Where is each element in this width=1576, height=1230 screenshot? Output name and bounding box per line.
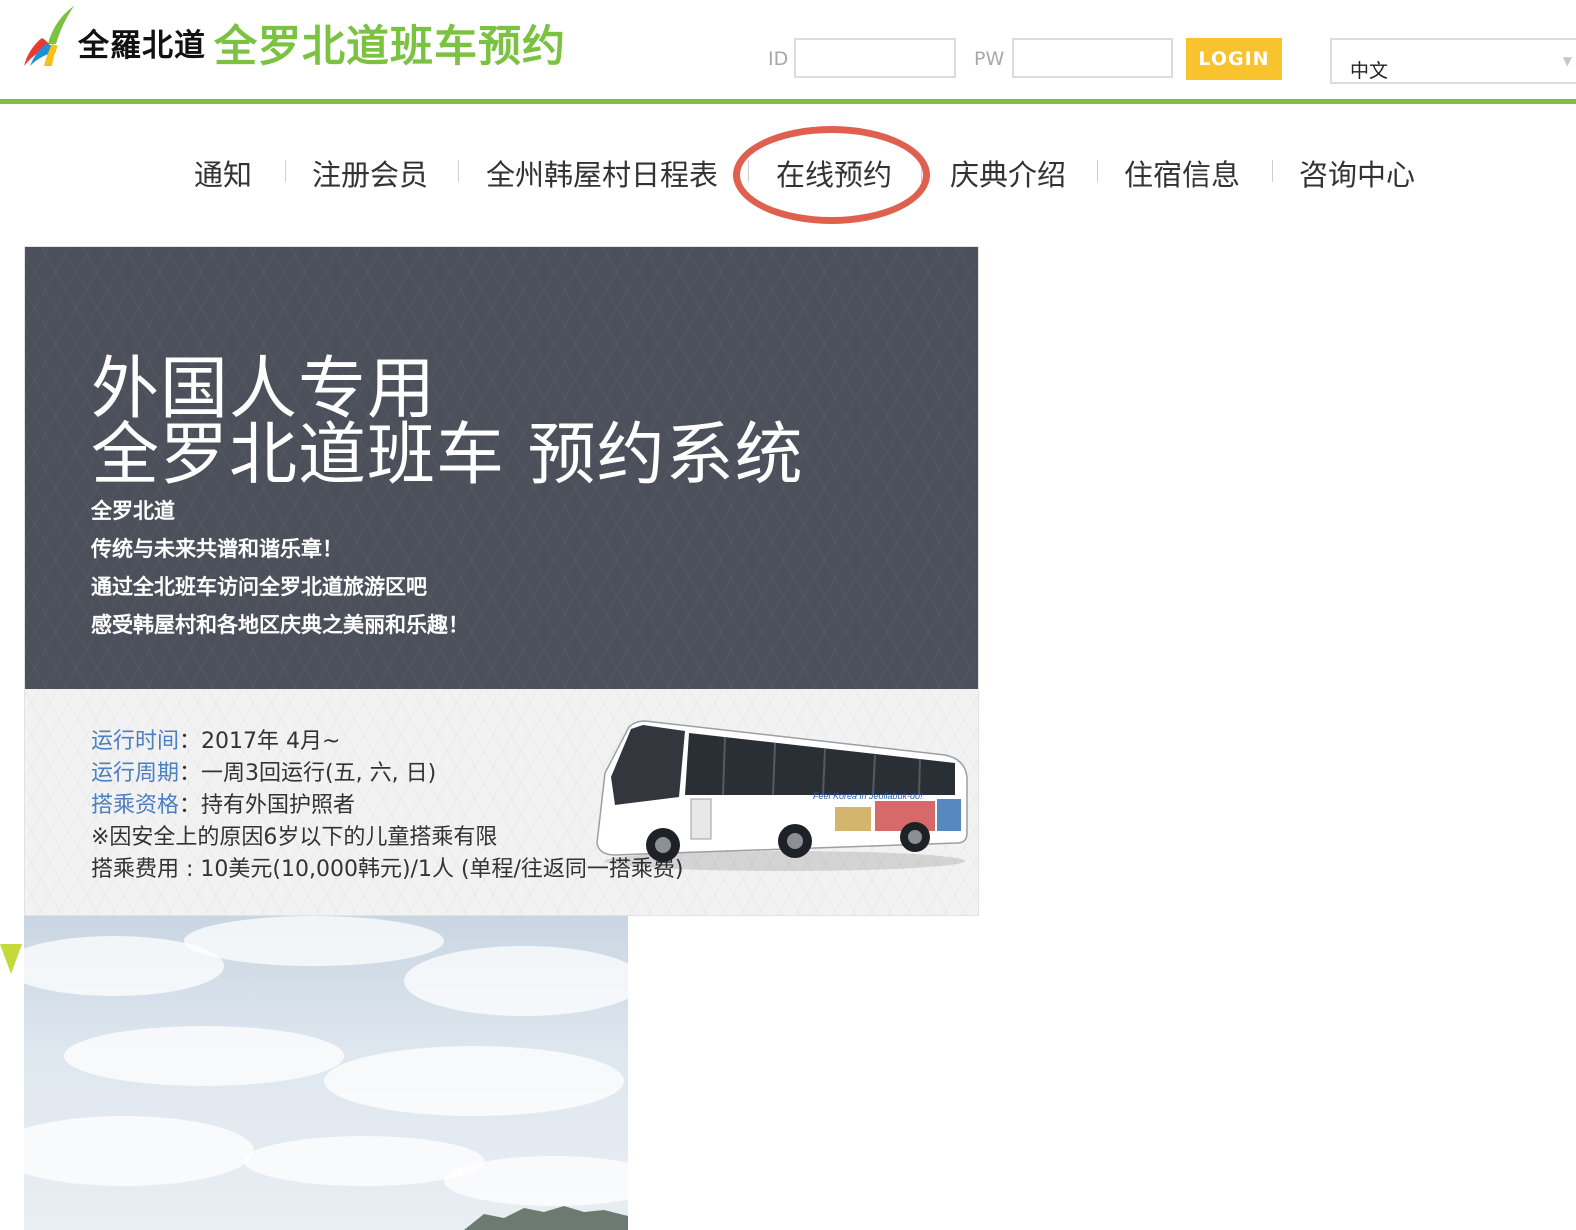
info-row-operation-period: 运行时间：2017年 4月~ (91, 723, 340, 755)
nav-separator (458, 160, 459, 182)
nav-item-help-center[interactable]: 咨询中心 (1299, 152, 1415, 194)
mountain-silhouette (464, 1206, 628, 1230)
nav-separator (285, 160, 286, 182)
info-value: ：2017年 4月~ (179, 729, 341, 754)
booking-highlight-circle (733, 126, 930, 224)
side-arrow-marker (0, 944, 22, 974)
nav-item-notice[interactable]: 通知 (194, 152, 252, 194)
site-header: 全羅北道 全罗北道班车预约 ID PW LOGIN 中文 ▼ (0, 0, 1576, 104)
info-row-frequency: 运行周期：一周3回运行(五, 六, 日) (91, 755, 436, 787)
chevron-down-icon: ▼ (1562, 54, 1572, 68)
bus-slogan: Feel Korea in Jeollabuk-do! (813, 791, 923, 801)
pw-input[interactable] (1012, 38, 1173, 78)
landscape-photo (24, 916, 628, 1230)
header-divider (0, 99, 1576, 104)
info-row-eligibility: 搭乘资格：持有外国护照者 (91, 787, 355, 819)
id-label: ID (768, 48, 789, 70)
banner-line-4: 感受韩屋村和各地区庆典之美丽和乐趣！ (91, 613, 469, 637)
banner-headline-2: 全罗北道班车 预约系统 (91, 416, 804, 495)
banner-line-2: 传统与未来共谱和谐乐章！ (91, 537, 343, 561)
login-button[interactable]: LOGIN (1186, 38, 1282, 80)
nav-separator (1272, 160, 1273, 182)
id-input[interactable] (794, 38, 956, 78)
shuttle-banner: 外国人专用 全罗北道班车 预约系统 全罗北道 传统与未来共谱和谐乐章！ 通过全北… (24, 246, 979, 916)
nav-separator (1097, 160, 1098, 182)
language-value: 中文 (1350, 60, 1389, 82)
site-title[interactable]: 全罗北道班车预约 (214, 12, 566, 74)
logo-text: 全羅北道 (78, 28, 206, 64)
banner-line-1: 全罗北道 (91, 499, 175, 523)
language-select[interactable]: 中文 ▼ (1330, 38, 1576, 84)
jeollabuk-do-logo-icon (24, 6, 74, 66)
nav-item-festivals[interactable]: 庆典介绍 (950, 152, 1066, 194)
banner-intro: 外国人专用 全罗北道班车 预约系统 全罗北道 传统与未来共谱和谐乐章！ 通过全北… (25, 247, 978, 689)
site-logo[interactable]: 全羅北道 (22, 4, 212, 68)
info-row-child-notice: ※因安全上的原因6岁以下的儿童搭乘有限 (91, 819, 497, 851)
info-key: 搭乘资格 (91, 793, 180, 818)
info-key: 运行时间 (91, 729, 180, 754)
info-key: 运行周期 (91, 761, 180, 786)
pw-label: PW (974, 48, 1005, 70)
info-value: ：持有外国护照者 (179, 793, 356, 818)
info-value: ：一周3回运行(五, 六, 日) (179, 761, 437, 786)
nav-item-register[interactable]: 注册会员 (312, 152, 428, 194)
nav-item-hanok-schedule[interactable]: 全州韩屋村日程表 (486, 152, 718, 194)
nav-item-accommodation[interactable]: 住宿信息 (1124, 152, 1240, 194)
banner-line-3: 通过全北班车访问全罗北道旅游区吧 (91, 575, 427, 599)
shuttle-bus-image: Feel Korea in Jeollabuk-do! (596, 720, 968, 871)
info-value: ※因安全上的原因6岁以下的儿童搭乘有限 (91, 825, 498, 850)
